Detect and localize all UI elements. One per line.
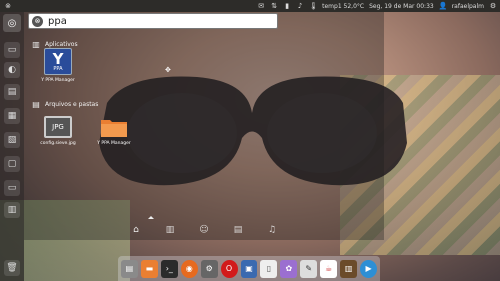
category-label: Arquivos e pastas [45, 101, 99, 108]
files-lens-icon[interactable]: ▤ [232, 225, 244, 235]
launcher-item-4[interactable]: ▦ [4, 108, 20, 124]
launcher: ◎ ▭ ◐ ▤ ▦ ▧ ▢ ▭ ▥ 🗑 [0, 12, 24, 281]
result-config-sieve-jpg[interactable]: JPG config.sieve.jpg [28, 116, 88, 146]
network-icon[interactable]: ⇅ [270, 2, 278, 10]
media-player-app-icon[interactable]: ▶ [360, 259, 377, 278]
session-gear-icon[interactable]: ⚙ [489, 2, 497, 10]
files-category-icon: ▤ [32, 100, 40, 109]
temperature-indicator[interactable]: temp1 52,0°C [322, 3, 364, 10]
settings-app-icon[interactable]: ⚙ [200, 259, 218, 278]
launcher-item-8[interactable]: ▥ [4, 202, 20, 218]
opera-app-icon[interactable]: O [220, 259, 238, 278]
launcher-item-5[interactable]: ▧ [4, 132, 20, 148]
mouse-cursor-icon: ✥ [165, 66, 171, 74]
search-field[interactable]: ⊗ ppa [28, 13, 278, 29]
music-lens-icon[interactable]: ♫ [266, 225, 278, 235]
terminal-app-icon[interactable]: ›_ [160, 259, 178, 278]
thermometer-icon: 🌡 [309, 2, 319, 10]
launcher-item-6[interactable]: ▢ [4, 156, 20, 172]
jpg-file-icon: JPG [44, 116, 72, 138]
category-label: Aplicativos [45, 41, 78, 48]
result-label: Y PPA Manager [41, 78, 75, 83]
chat-app-icon[interactable]: ✿ [280, 259, 298, 278]
document-app-icon[interactable]: ▯ [260, 259, 278, 278]
indicator-area: ✉ ⇅ ▮ ♪ 🌡 temp1 52,0°C Seg, 19 de Mar 00… [257, 0, 497, 12]
active-lens-indicator [148, 216, 154, 219]
launcher-item-7[interactable]: ▭ [4, 180, 20, 196]
dash-home-button[interactable]: ◎ [3, 14, 21, 32]
home-lens-icon[interactable]: ⌂ [130, 225, 142, 235]
result-label: config.sieve.jpg [40, 141, 76, 146]
envelope-icon[interactable]: ✉ [257, 2, 265, 10]
user-name[interactable]: rafaelpalm [452, 3, 484, 10]
category-files: ▤ Arquivos e pastas [32, 100, 98, 109]
result-label: Y PPA Manager [97, 141, 131, 146]
files-app-icon[interactable]: ▤ [121, 259, 138, 278]
clock-indicator[interactable]: Seg, 19 de Mar 00:33 [369, 3, 434, 10]
trash-icon[interactable]: 🗑 [4, 260, 20, 276]
library-app-icon[interactable]: ▥ [340, 259, 358, 278]
social-lens-icon[interactable]: ☺ [198, 225, 210, 235]
result-ppa-manager-folder[interactable]: Y PPA Manager [84, 116, 144, 146]
launcher-item-2[interactable]: ◐ [4, 62, 20, 78]
firefox-app-icon[interactable]: ◉ [180, 259, 198, 278]
volume-icon[interactable]: ♪ [296, 2, 304, 10]
lens-bar: ⌂ ▥ ☺ ▤ ♫ [24, 216, 384, 240]
applications-lens-icon[interactable]: ▥ [164, 225, 176, 235]
folder-icon [101, 120, 127, 137]
search-input[interactable]: ppa [48, 16, 67, 27]
launcher-item-3[interactable]: ▤ [4, 84, 20, 100]
search-clear-icon[interactable]: ⊗ [32, 15, 43, 27]
dash-panel: ⊗ ppa ▥ Aplicativos Y PPA Y PPA Manager … [24, 12, 384, 240]
dock: ▤ ▬ ›_ ◉ ⚙ O ▣ ▯ ✿ ✎ ☕ ▥ ▶ [118, 256, 380, 281]
top-panel: ⊗ ✉ ⇅ ▮ ♪ 🌡 temp1 52,0°C Seg, 19 de Mar … [0, 0, 500, 12]
user-icon: 👤 [438, 2, 448, 10]
texteditor-app-icon[interactable]: ✎ [300, 259, 318, 278]
ppa-manager-icon: Y PPA [44, 48, 72, 75]
folder-app-icon[interactable]: ▬ [140, 259, 158, 278]
launcher-item-1[interactable]: ▭ [4, 42, 20, 58]
virtualbox-app-icon[interactable]: ▣ [240, 259, 258, 278]
battery-icon[interactable]: ▮ [283, 2, 291, 10]
java-app-icon[interactable]: ☕ [320, 259, 338, 278]
ubuntu-logo-icon: ◎ [7, 17, 17, 29]
result-ppa-manager-app[interactable]: Y PPA Y PPA Manager [28, 48, 88, 83]
window-close-icon[interactable]: ⊗ [4, 2, 12, 10]
